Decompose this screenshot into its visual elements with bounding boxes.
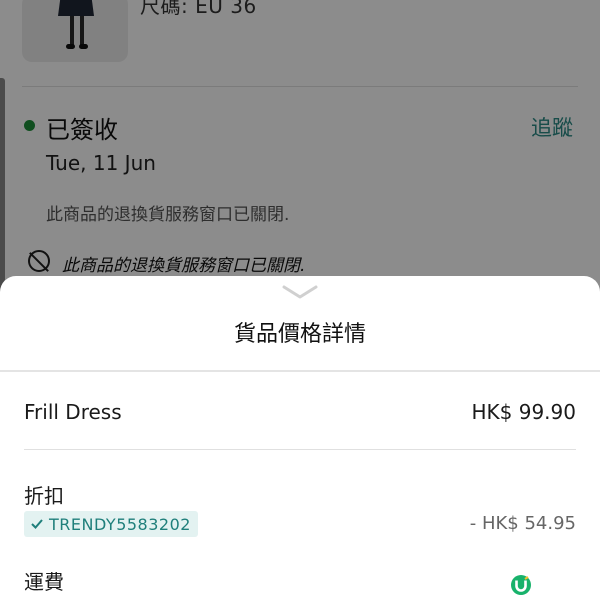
promo-code: TRENDY5583202 xyxy=(49,514,191,534)
item-name: Frill Dress xyxy=(24,400,122,424)
chevron-down-icon[interactable] xyxy=(282,284,318,300)
app-badge-icon xyxy=(511,575,531,595)
shipping-label: 運費 xyxy=(24,570,64,594)
divider xyxy=(24,449,576,450)
divider xyxy=(0,370,600,372)
promo-code-chip: TRENDY5583202 xyxy=(24,511,198,537)
item-price: HK$ 99.90 xyxy=(471,400,577,424)
discount-amount: - HK$ 54.95 xyxy=(469,513,576,534)
price-details-sheet: 貨品價格詳情 Frill Dress HK$ 99.90 折扣 TRENDY55… xyxy=(0,276,600,600)
scroll-edge xyxy=(0,78,5,314)
check-icon xyxy=(31,519,43,529)
sheet-title: 貨品價格詳情 xyxy=(233,322,366,347)
discount-label: 折扣 xyxy=(24,484,64,508)
